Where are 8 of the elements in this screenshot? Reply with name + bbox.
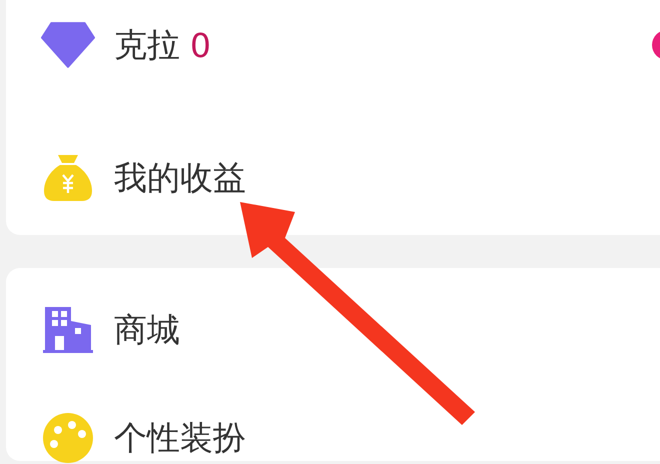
menu-label[interactable]: 个性装扮 [114, 416, 246, 460]
menu-label[interactable]: 我的收益 [114, 156, 246, 200]
money-bag-icon [42, 153, 94, 203]
menu-label[interactable]: 克拉 [114, 22, 180, 68]
building-icon [42, 306, 94, 354]
gem-icon [41, 22, 95, 68]
menu-label[interactable]: 商城 [114, 308, 180, 352]
count-value: 0 [190, 26, 211, 64]
